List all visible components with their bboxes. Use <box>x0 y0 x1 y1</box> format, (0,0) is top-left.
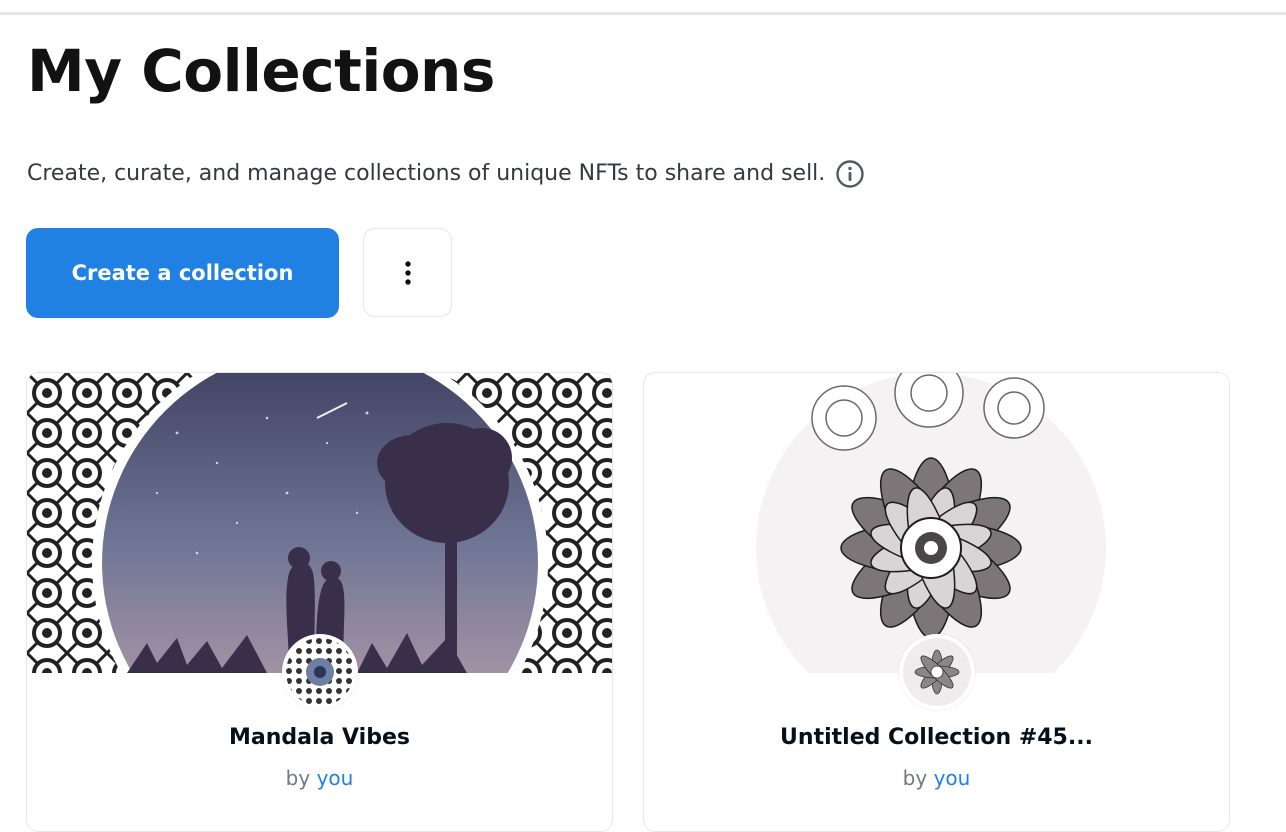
collection-owner: by you <box>27 766 612 790</box>
owner-link[interactable]: you <box>934 766 971 790</box>
create-collection-button[interactable]: Create a collection <box>26 228 339 318</box>
collection-name[interactable]: Mandala Vibes <box>27 725 612 750</box>
more-options-button[interactable] <box>363 228 452 317</box>
collection-banner-image <box>644 373 1229 673</box>
collection-card[interactable]: Mandala Vibes by you <box>26 372 613 832</box>
collection-card[interactable]: Untitled Collection #45... by you <box>643 372 1230 832</box>
subtitle-text: Create, curate, and manage collections o… <box>27 161 826 186</box>
page-subtitle: Create, curate, and manage collections o… <box>27 159 865 189</box>
collection-avatar <box>900 636 973 708</box>
page-title: My Collections <box>27 37 495 105</box>
owner-prefix: by <box>285 766 311 790</box>
collection-avatar <box>283 636 356 708</box>
collection-owner: by you <box>644 766 1229 790</box>
collection-name[interactable]: Untitled Collection #45... <box>644 725 1229 750</box>
owner-prefix: by <box>902 766 928 790</box>
owner-link[interactable]: you <box>317 766 354 790</box>
vertical-ellipsis-icon <box>404 260 411 285</box>
collection-banner-image <box>27 373 612 673</box>
top-divider <box>0 12 1286 15</box>
info-icon[interactable] <box>835 159 865 189</box>
